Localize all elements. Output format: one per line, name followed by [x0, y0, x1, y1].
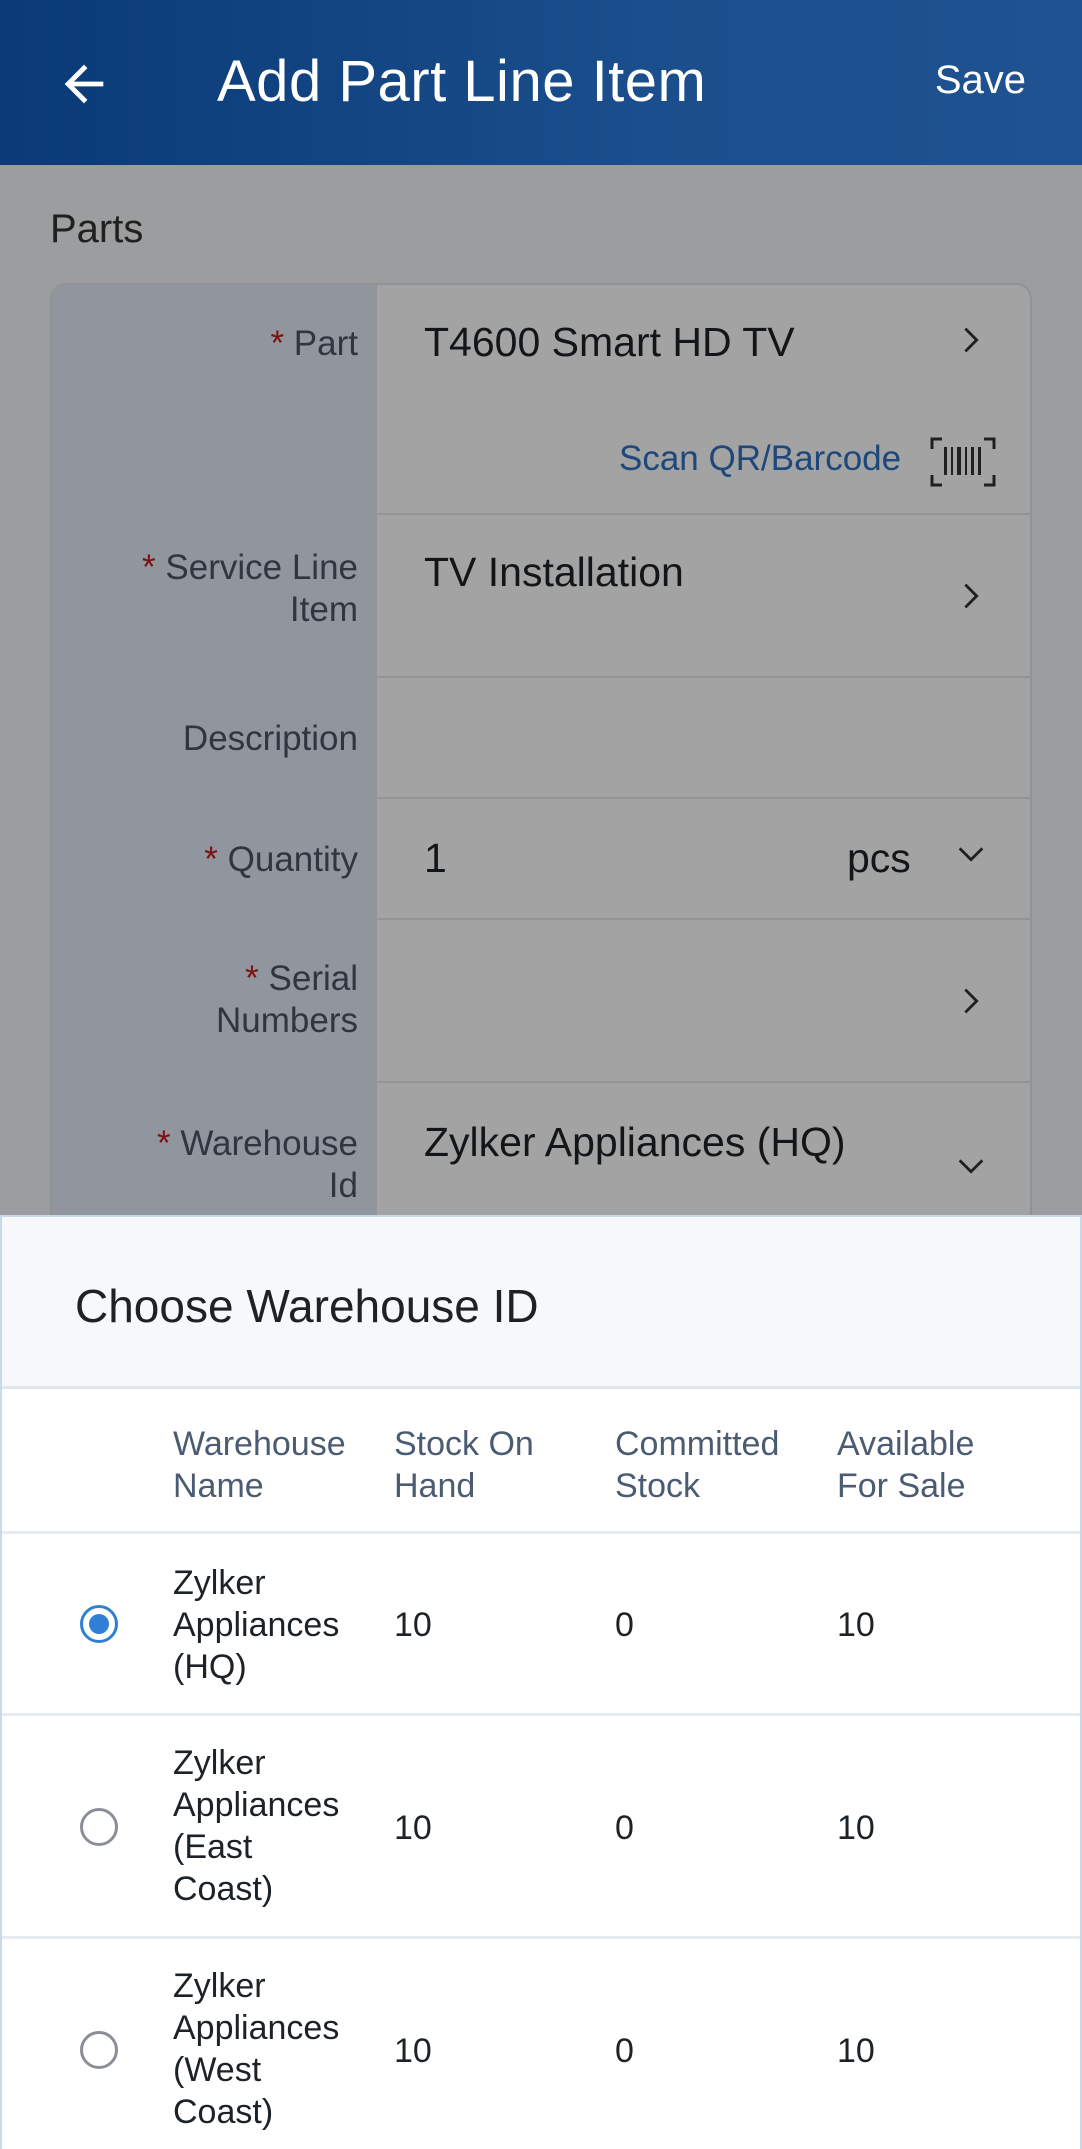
warehouse-name: Zylker Appliances (HQ) [173, 1564, 340, 1686]
radio-selected[interactable] [80, 1605, 118, 1643]
table-row[interactable]: Zylker Appliances (West Coast) 10 0 10 [2, 1939, 1080, 2149]
column-stock-on-hand: Stock On Hand [394, 1425, 534, 1505]
radio-unselected[interactable] [80, 2031, 118, 2069]
table-row[interactable]: Zylker Appliances (East Coast) 10 0 10 [2, 1716, 1080, 1939]
available-for-sale-cell: 10 [837, 1606, 875, 1644]
app-bar: Add Part Line Item Save [0, 0, 1082, 165]
table-row[interactable]: Zylker Appliances (HQ) 10 0 10 [2, 1534, 1080, 1716]
committed-stock-cell: 0 [615, 1809, 634, 1847]
modal-scrim[interactable] [0, 165, 1082, 1215]
available-for-sale-cell: 10 [837, 2032, 875, 2070]
column-available-for-sale: Available For Sale [837, 1425, 975, 1505]
save-button[interactable]: Save [935, 58, 1026, 103]
column-warehouse-name: Warehouse Name [173, 1425, 346, 1505]
sheet-header: Choose Warehouse ID [2, 1217, 1080, 1389]
warehouse-name: Zylker Appliances (East Coast) [173, 1744, 340, 1908]
sheet-title: Choose Warehouse ID [75, 1280, 539, 1332]
committed-stock-cell: 0 [615, 1606, 634, 1644]
available-for-sale-cell: 10 [837, 1809, 875, 1847]
table-header: Warehouse Name Stock On Hand Committed Stoc… [2, 1389, 1080, 1534]
back-button[interactable] [52, 52, 116, 116]
committed-stock-cell: 0 [615, 2032, 634, 2070]
choose-warehouse-sheet: Choose Warehouse ID Warehouse Name Stock … [0, 1215, 1082, 2149]
stock-on-hand-cell: 10 [394, 1809, 432, 1847]
warehouse-name: Zylker Appliances (West Coast) [173, 1967, 340, 2131]
radio-unselected[interactable] [80, 1808, 118, 1846]
page-title: Add Part Line Item [217, 49, 707, 114]
stock-on-hand-cell: 10 [394, 1606, 432, 1644]
arrow-left-icon [64, 64, 104, 104]
column-committed-stock: Committed Stock [615, 1425, 780, 1505]
stock-on-hand-cell: 10 [394, 2032, 432, 2070]
